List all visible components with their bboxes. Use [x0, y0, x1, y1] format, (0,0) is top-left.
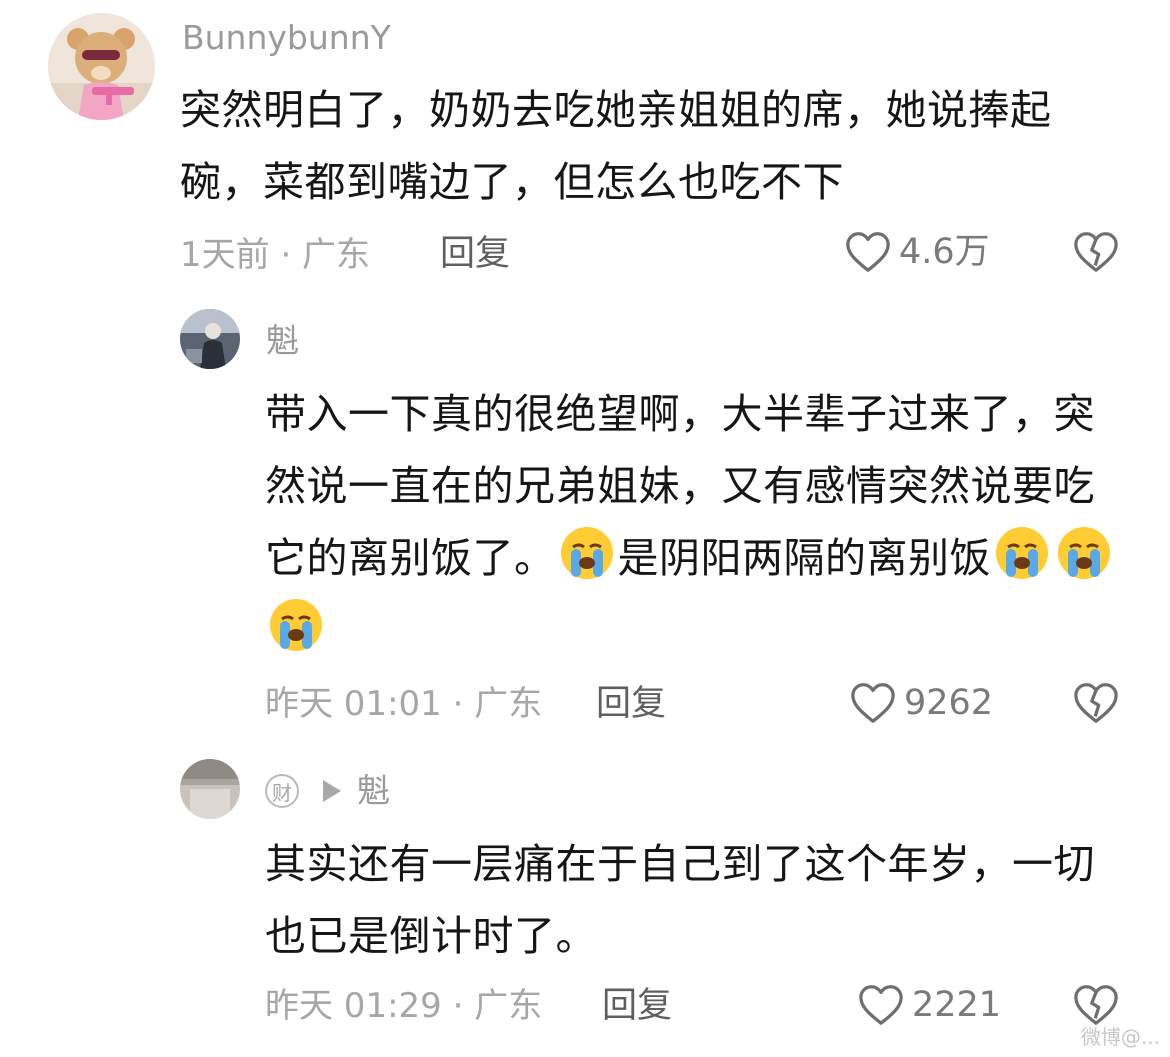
- broken-heart-icon: [1074, 683, 1118, 723]
- time-location: 昨天 01:29 · 广东: [265, 986, 543, 1026]
- loudly-crying-face-emoji: [560, 527, 613, 579]
- user-badge: 财: [265, 774, 299, 808]
- avatar[interactable]: [180, 759, 240, 819]
- like-count: 4.6万: [899, 232, 990, 272]
- like-button[interactable]: 9262: [850, 681, 993, 725]
- dislike-button[interactable]: [1073, 681, 1119, 729]
- heart-outline-icon: [851, 683, 895, 723]
- dislike-button[interactable]: [1073, 983, 1119, 1031]
- time-location: 昨天 01:01 · 广东: [265, 684, 543, 724]
- reply-to-username[interactable]: 魁: [357, 771, 390, 811]
- reply-arrow-icon: [323, 780, 341, 802]
- dislike-button[interactable]: [1073, 230, 1119, 278]
- loudly-crying-face-emoji: [996, 527, 1048, 579]
- broken-heart-icon: [1074, 232, 1118, 272]
- comment-text: 带入一下真的很绝望啊，大半辈子过来了，突然说一直在的兄弟姐妹，又有感情突然说要吃…: [265, 378, 1115, 666]
- like-button[interactable]: 4.6万: [845, 230, 990, 274]
- loudly-crying-face-emoji: [1058, 527, 1110, 579]
- watermark: 微博@...: [1080, 1025, 1160, 1049]
- time-location: 1天前 · 广东: [180, 235, 371, 275]
- like-button[interactable]: 2221: [858, 983, 1001, 1027]
- reply-button[interactable]: 回复: [596, 684, 666, 724]
- avatar[interactable]: [180, 309, 240, 369]
- comment-text-part-2: 是阴阳两隔的离别饭: [617, 534, 991, 582]
- like-count: 9262: [904, 683, 994, 723]
- avatar[interactable]: [48, 13, 155, 120]
- heart-outline-icon: [859, 985, 903, 1025]
- reply-button[interactable]: 回复: [440, 234, 510, 274]
- avatar-photo: [180, 759, 240, 819]
- username[interactable]: BunnybunnY: [182, 18, 391, 58]
- comment-text: 其实还有一层痛在于自己到了这个年岁，一切也已是倒计时了。: [265, 840, 1095, 960]
- comment-text: 突然明白了，奶奶去吃她亲姐姐的席，她说捧起碗，菜都到嘴边了，但怎么也吃不下: [180, 86, 1052, 206]
- broken-heart-icon: [1074, 985, 1118, 1025]
- loudly-crying-face-emoji: [270, 599, 322, 651]
- bear-avatar-image: [48, 13, 155, 120]
- reply-button[interactable]: 回复: [602, 986, 672, 1026]
- username[interactable]: 魁: [266, 321, 299, 361]
- like-count: 2221: [912, 985, 1002, 1025]
- avatar-photo: [180, 309, 240, 369]
- heart-outline-icon: [846, 232, 890, 272]
